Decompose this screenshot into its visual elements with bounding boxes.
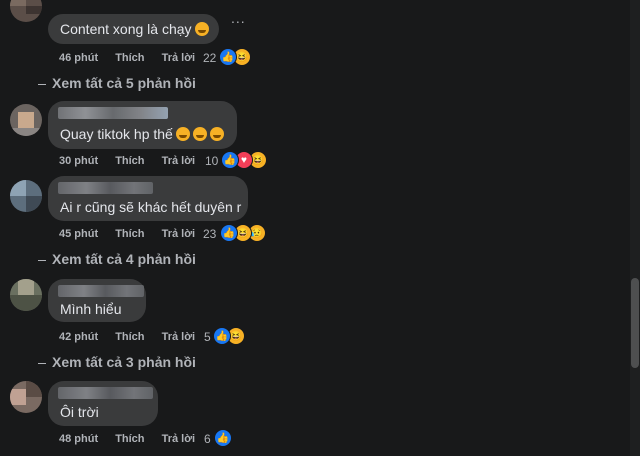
author-name[interactable] xyxy=(58,107,168,119)
reply-link[interactable]: Trả lời xyxy=(162,155,196,167)
reactions-count[interactable]: 5 xyxy=(204,330,211,344)
comment-bubble: Ôi trời xyxy=(48,381,158,426)
comment-time[interactable]: 30 phút xyxy=(59,155,98,167)
comment-actions: 42 phút Thích Trả lời xyxy=(59,331,209,343)
comment-actions: 48 phút Thích Trả lời xyxy=(59,433,209,445)
reactions-count[interactable]: 6 xyxy=(204,432,211,446)
sweat-smile-icon xyxy=(194,22,209,36)
comment-actions: 46 phút Thích Trả lời xyxy=(59,52,209,64)
avatar[interactable] xyxy=(10,0,42,22)
avatar[interactable] xyxy=(10,104,42,136)
comment-time[interactable]: 42 phút xyxy=(59,331,98,343)
comment-time[interactable]: 48 phút xyxy=(59,433,98,445)
comment-text: Quay tiktok hp thế xyxy=(60,126,224,142)
view-replies-label: Xem tất cả 5 phản hồi xyxy=(52,75,196,91)
comment-text: Content xong là chạy xyxy=(60,21,209,37)
rofl-icon xyxy=(192,127,207,141)
scrollbar-track[interactable] xyxy=(630,0,640,456)
like-link[interactable]: Thích xyxy=(115,155,144,167)
view-replies-link[interactable]: Xem tất cả 3 phản hồi xyxy=(38,354,196,370)
avatar[interactable] xyxy=(10,279,42,311)
like-reaction-icon[interactable]: 👍 xyxy=(220,224,238,242)
comment-time[interactable]: 46 phút xyxy=(59,52,98,64)
reply-link[interactable]: Trả lời xyxy=(162,331,196,343)
reactions-count[interactable]: 23 xyxy=(203,227,216,241)
comment-bubble: Content xong là chạy xyxy=(48,14,219,44)
view-replies-link[interactable]: Xem tất cả 4 phản hồi xyxy=(38,251,196,267)
comment-text-content: Quay tiktok hp thế xyxy=(60,126,173,142)
like-reaction-icon[interactable]: 👍 xyxy=(221,151,239,169)
reply-link[interactable]: Trả lời xyxy=(162,433,196,445)
reactions-count[interactable]: 22 xyxy=(203,51,216,65)
comment-actions: 30 phút Thích Trả lời xyxy=(59,155,209,167)
reply-link[interactable]: Trả lời xyxy=(162,52,196,64)
like-link[interactable]: Thích xyxy=(115,228,144,240)
more-options-icon[interactable]: ... xyxy=(231,10,246,26)
author-name[interactable] xyxy=(58,285,144,297)
reactions-count[interactable]: 10 xyxy=(205,154,218,168)
view-replies-label: Xem tất cả 4 phản hồi xyxy=(52,251,196,267)
comment-text: Ai r cũng sẽ khác hết duyên r xyxy=(60,199,242,215)
like-link[interactable]: Thích xyxy=(115,433,144,445)
comment-time[interactable]: 45 phút xyxy=(59,228,98,240)
comment-actions: 45 phút Thích Trả lời xyxy=(59,228,209,240)
like-reaction-icon[interactable]: 👍 xyxy=(219,48,237,66)
comment-text: Ôi trời xyxy=(60,404,99,420)
comment-text: Mình hiểu xyxy=(60,301,122,317)
view-replies-label: Xem tất cả 3 phản hồi xyxy=(52,354,196,370)
reply-arrow-icon xyxy=(38,362,46,364)
rofl-icon xyxy=(209,127,224,141)
author-name[interactable] xyxy=(58,387,153,399)
view-replies-link[interactable]: Xem tất cả 5 phản hồi xyxy=(38,75,196,91)
reply-link[interactable]: Trả lời xyxy=(162,228,196,240)
avatar[interactable] xyxy=(10,381,42,413)
avatar[interactable] xyxy=(10,180,42,212)
reply-arrow-icon xyxy=(38,83,46,85)
author-name[interactable] xyxy=(58,182,153,194)
like-link[interactable]: Thích xyxy=(115,52,144,64)
comment-bubble: Ai r cũng sẽ khác hết duyên r xyxy=(48,176,248,221)
reply-arrow-icon xyxy=(38,259,46,261)
like-reaction-icon[interactable]: 👍 xyxy=(213,327,231,345)
like-link[interactable]: Thích xyxy=(115,331,144,343)
comment-bubble: Quay tiktok hp thế xyxy=(48,101,237,149)
scrollbar-thumb[interactable] xyxy=(631,278,639,368)
like-reaction-icon[interactable]: 👍 xyxy=(214,429,232,447)
comment-text-content: Content xong là chạy xyxy=(60,21,192,37)
comment-bubble: Mình hiểu xyxy=(48,279,146,322)
rofl-icon xyxy=(175,127,190,141)
